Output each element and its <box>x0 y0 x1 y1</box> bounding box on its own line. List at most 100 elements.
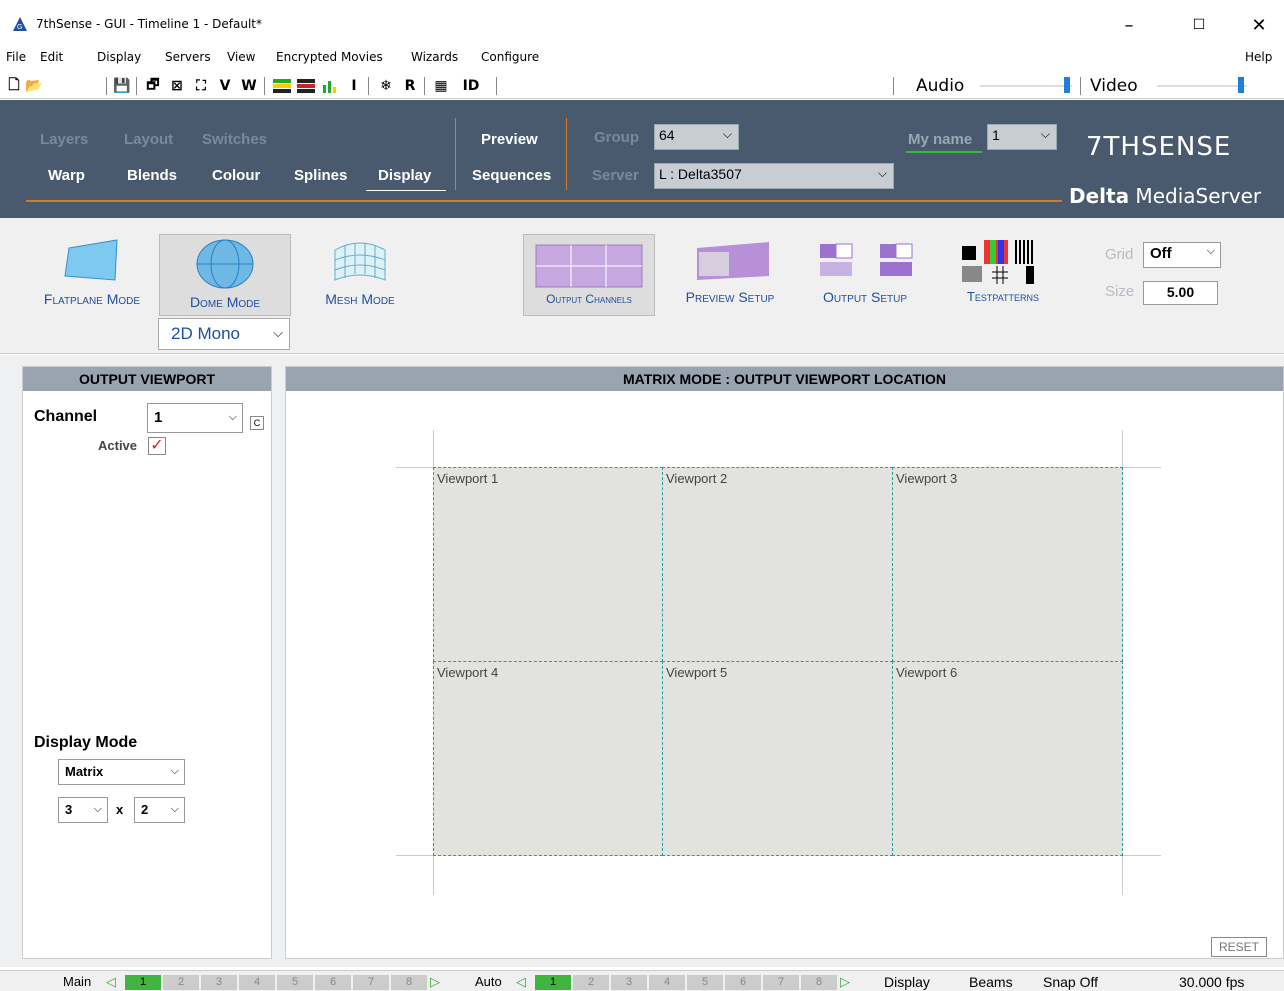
reset-button[interactable]: RESET <box>1211 937 1267 957</box>
flatplane-mode-button[interactable]: Flatplane Mode <box>28 236 156 316</box>
active-checkbox[interactable]: ✓ <box>148 437 166 455</box>
menu-view[interactable]: View <box>227 50 255 64</box>
viewport-5[interactable]: Viewport 5 <box>662 661 893 856</box>
menu-display[interactable]: Display <box>97 50 141 64</box>
menu-wizards[interactable]: Wizards <box>411 50 458 64</box>
main-cue-1[interactable]: 1 <box>125 975 161 990</box>
nav-display[interactable]: Display <box>378 167 431 184</box>
nav-colour[interactable]: Colour <box>212 167 260 184</box>
auto-prev-icon[interactable]: ◁ <box>516 974 526 990</box>
main-cue-4[interactable]: 4 <box>239 975 275 990</box>
open-folder-icon[interactable]: 📂 <box>24 76 44 96</box>
new-file-icon[interactable]: 🗋 <box>4 76 24 96</box>
dome-mode-select[interactable]: 2D Mono ⌵ <box>158 318 290 350</box>
nav-blends[interactable]: Blends <box>127 167 177 184</box>
main-next-icon[interactable]: ▷ <box>430 974 440 990</box>
nav-splines[interactable]: Splines <box>294 167 347 184</box>
main-cue-5[interactable]: 5 <box>277 975 313 990</box>
menu-edit[interactable]: Edit <box>40 50 63 64</box>
main-cue-3[interactable]: 3 <box>201 975 237 990</box>
viewport-3[interactable]: Viewport 3 <box>892 467 1123 662</box>
size-input[interactable]: 5.00 <box>1143 281 1218 305</box>
status-bar: Main ◁ 1 2 3 4 5 6 7 8 ▷ Auto ◁ 1 2 3 4 … <box>0 970 1284 991</box>
auto-cue-4[interactable]: 4 <box>649 975 685 990</box>
viewport-4[interactable]: Viewport 4 <box>433 661 663 856</box>
close-button[interactable]: ✕ <box>1236 10 1282 40</box>
snap-status[interactable]: Snap Off <box>1043 974 1098 990</box>
display-status[interactable]: Display <box>884 974 930 990</box>
server-select[interactable]: L : Delta3507 ⌵ <box>654 163 894 189</box>
preview-button[interactable]: Preview <box>481 131 538 148</box>
channel-select[interactable]: 1 ⌵ <box>147 403 243 433</box>
menu-configure[interactable]: Configure <box>481 50 539 64</box>
nav-switches[interactable]: Switches <box>202 131 267 148</box>
myname-select[interactable]: 1 ⌵ <box>987 124 1057 150</box>
mesh-mode-button[interactable]: Mesh Mode <box>296 236 424 316</box>
menu-file[interactable]: File <box>6 50 26 64</box>
auto-cue-3[interactable]: 3 <box>611 975 647 990</box>
output-channels-button[interactable]: Output Channels <box>523 234 655 316</box>
snowflake-icon[interactable]: ❄ <box>376 76 396 96</box>
properties-icon[interactable]: 🗗 <box>143 76 163 96</box>
auto-cue-6[interactable]: 6 <box>725 975 761 990</box>
menu-servers[interactable]: Servers <box>165 50 211 64</box>
menu-bar: File Edit Display Servers View Encrypted… <box>0 47 1284 69</box>
main-cue-2[interactable]: 2 <box>163 975 199 990</box>
video-slider-track[interactable] <box>1157 85 1247 87</box>
auto-next-icon[interactable]: ▷ <box>840 974 850 990</box>
channel-copy-button[interactable]: C <box>250 416 264 430</box>
sequences-button[interactable]: Sequences <box>472 167 551 184</box>
fit-icon[interactable]: ⊠ <box>167 76 187 96</box>
preview-setup-button[interactable]: Preview Setup <box>672 236 788 316</box>
brand-bold: Delta <box>1069 184 1130 208</box>
menu-help[interactable]: Help <box>1245 50 1272 64</box>
title-bar: G 7thSense - GUI - Timeline 1 - Default*… <box>0 0 1284 44</box>
levels-icon[interactable] <box>272 76 292 96</box>
grid-value: Off <box>1150 245 1172 262</box>
main-cue-6[interactable]: 6 <box>315 975 351 990</box>
app-icon: G <box>13 17 27 31</box>
nav-warp[interactable]: Warp <box>48 167 85 184</box>
video-slider-thumb[interactable] <box>1238 77 1244 93</box>
auto-cue-1[interactable]: 1 <box>535 975 571 990</box>
testpatterns-button[interactable]: Testpatterns <box>944 236 1062 316</box>
dome-mode-button[interactable]: Dome Mode <box>159 234 291 316</box>
i-button[interactable]: I <box>344 76 364 96</box>
auto-cue-5[interactable]: 5 <box>687 975 723 990</box>
expand-icon[interactable]: ⛶ <box>191 76 211 96</box>
testpatterns-icon <box>962 240 1034 284</box>
viewport-1[interactable]: Viewport 1 <box>433 467 663 662</box>
main-cue-8[interactable]: 8 <box>391 975 427 990</box>
viewport-6[interactable]: Viewport 6 <box>892 661 1123 856</box>
save-icon[interactable]: 💾 <box>112 76 132 96</box>
display-mode-select[interactable]: Matrix ⌵ <box>58 759 185 785</box>
audio-slider-track[interactable] <box>980 85 1072 87</box>
output-setup-button[interactable]: Output Setup <box>806 236 924 316</box>
viewport-2[interactable]: Viewport 2 <box>662 467 893 662</box>
auto-cue-8[interactable]: 8 <box>801 975 837 990</box>
grid-icon[interactable]: ▦ <box>431 76 451 96</box>
id-button[interactable]: ID <box>458 76 484 96</box>
main-prev-icon[interactable]: ◁ <box>106 974 116 990</box>
audio-slider-thumb[interactable] <box>1064 77 1070 93</box>
nav-layers[interactable]: Layers <box>40 131 88 148</box>
mesh-icon <box>334 242 386 281</box>
minimize-button[interactable]: – <box>1106 10 1152 40</box>
bars-icon[interactable] <box>296 76 316 96</box>
r-button[interactable]: R <box>400 76 420 96</box>
menu-encrypted-movies[interactable]: Encrypted Movies <box>276 50 383 64</box>
maximize-button[interactable]: ☐ <box>1176 10 1222 40</box>
nav-layout[interactable]: Layout <box>124 131 173 148</box>
v-button[interactable]: V <box>215 76 235 96</box>
matrix-cols-select[interactable]: 3 ⌵ <box>58 797 108 823</box>
auto-cue-7[interactable]: 7 <box>763 975 799 990</box>
group-select[interactable]: 64 ⌵ <box>654 124 739 150</box>
matrix-rows-select[interactable]: 2 ⌵ <box>134 797 185 823</box>
myname-label: My name <box>908 131 973 148</box>
auto-cue-2[interactable]: 2 <box>573 975 609 990</box>
beams-status[interactable]: Beams <box>969 974 1013 990</box>
w-button[interactable]: W <box>239 76 259 96</box>
main-cue-7[interactable]: 7 <box>353 975 389 990</box>
grid-select[interactable]: Off ⌵ <box>1143 242 1221 268</box>
chart-icon[interactable] <box>320 76 340 96</box>
